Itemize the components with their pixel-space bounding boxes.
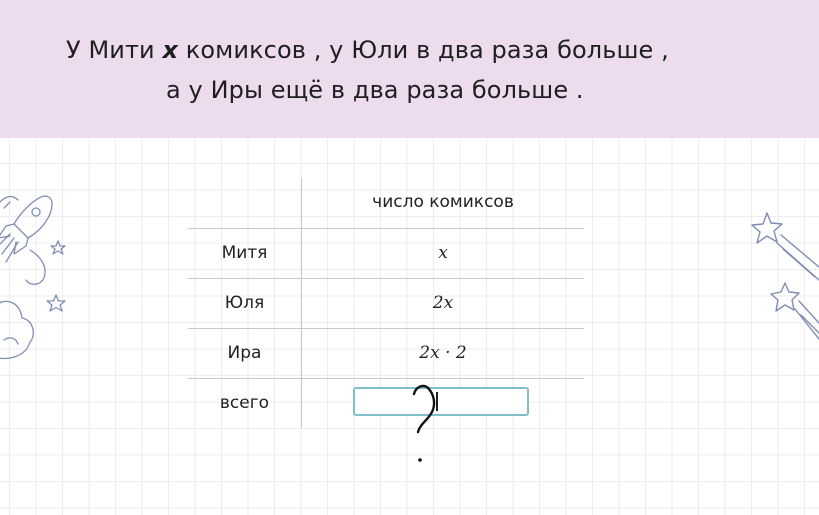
rocket-icon	[0, 195, 66, 360]
table-row-divider	[188, 328, 584, 329]
problem-variable: x	[162, 36, 179, 64]
table-row-divider	[188, 378, 584, 379]
table-row-divider	[188, 228, 584, 229]
table-cell-value: 2x · 2	[419, 343, 467, 363]
problem-text-line-1: У Мити x комиксов , у Юли в два раза бол…	[66, 36, 669, 64]
problem-text-part: комиксов , у Юли в два раза больше ,	[178, 36, 669, 64]
shooting-star-icon	[751, 212, 819, 340]
table-row-label: всего	[219, 393, 270, 413]
problem-text-part: У Мити	[66, 36, 163, 64]
problem-header: У Мити x комиксов , у Юли в два раза бол…	[0, 0, 819, 138]
star-icon	[46, 294, 66, 312]
problem-text-line-2: а у Иры ещё в два раза больше .	[166, 76, 584, 104]
table-row-label: Юля	[224, 293, 265, 313]
table-row-label: Митя	[221, 243, 268, 263]
star-icon	[770, 282, 800, 312]
handwritten-question-mark	[412, 384, 436, 462]
table-cell-value: x	[438, 243, 448, 263]
star-icon	[751, 212, 783, 244]
table-cell-value: 2x	[432, 293, 454, 313]
table-row-divider	[188, 278, 584, 279]
cloud-icon	[0, 300, 34, 360]
star-icon	[50, 240, 66, 255]
table-row-label: Ира	[227, 343, 262, 363]
table-column-header: число комиксов	[372, 192, 514, 212]
